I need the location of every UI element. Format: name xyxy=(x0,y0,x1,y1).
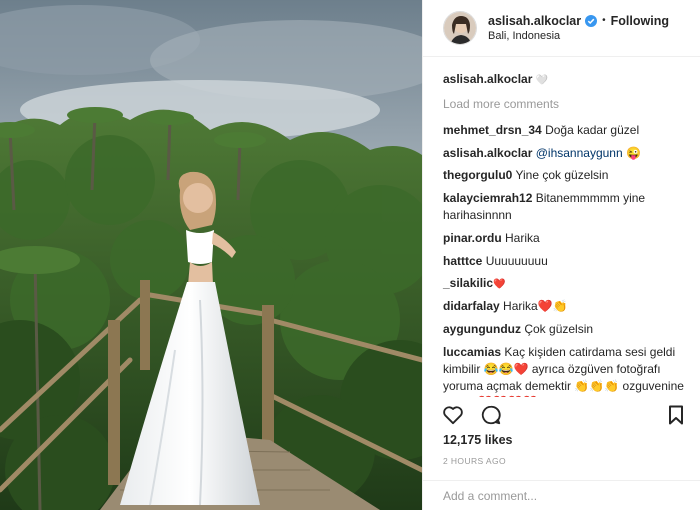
post-header: aslisah.alkoclar • Following Bali, Indon… xyxy=(423,0,700,57)
comment-text: Uuuuuuuuu xyxy=(485,253,548,268)
comment-text[interactable]: @ihsannaygunn 😜 xyxy=(536,146,641,160)
author-username[interactable]: aslisah.alkoclar xyxy=(488,13,581,29)
verified-badge-icon xyxy=(585,14,598,27)
comment-text: Harika xyxy=(505,230,540,245)
header-info: aslisah.alkoclar • Following Bali, Indon… xyxy=(488,13,669,44)
comment-item: kalayciemrah12 Bitanemmmmm yine harihasi… xyxy=(443,190,688,224)
comment-username[interactable]: luccamias xyxy=(443,345,501,359)
caption-username[interactable]: aslisah.alkoclar xyxy=(443,72,532,86)
following-button[interactable]: Following xyxy=(611,13,669,29)
comment-username[interactable]: didarfalay xyxy=(443,299,500,313)
caption-emoji: 🤍 xyxy=(535,75,549,86)
comment-username[interactable]: aslisah.alkoclar xyxy=(443,146,532,160)
avatar-image xyxy=(444,12,476,44)
bookmark-icon[interactable] xyxy=(664,403,688,427)
add-comment-input[interactable]: Add a comment... xyxy=(423,480,700,510)
comment-item: _silakilic❤️ xyxy=(443,275,688,292)
separator-dot: • xyxy=(602,15,606,27)
comment-item: aygungunduz Çok güzelsin xyxy=(443,321,688,338)
comment-username[interactable]: aygungunduz xyxy=(443,322,521,336)
comments-list: aslisah.alkoclar 🤍 Load more comments me… xyxy=(423,57,700,397)
comment-item: mehmet_drsn_34 Doğa kadar güzel xyxy=(443,122,688,139)
post-timestamp[interactable]: 2 HOURS AGO xyxy=(443,456,506,466)
comment-item: aslisah.alkoclar @ihsannaygunn 😜 xyxy=(443,145,688,162)
post-photo[interactable] xyxy=(0,0,422,510)
post-location[interactable]: Bali, Indonesia xyxy=(488,29,669,43)
comment-item: thegorgulu0 Yine çok güzelsin xyxy=(443,167,688,184)
header-row: aslisah.alkoclar • Following xyxy=(488,13,669,29)
comment-item: didarfalay Harika❤️👏 xyxy=(443,298,688,315)
comment-username[interactable]: mehmet_drsn_34 xyxy=(443,123,542,137)
comment-username[interactable]: pinar.ordu xyxy=(443,231,502,245)
comment-text: Harika❤️👏 xyxy=(503,299,568,314)
caption: aslisah.alkoclar 🤍 xyxy=(443,71,688,88)
comment-username[interactable]: kalayciemrah12 xyxy=(443,191,532,205)
comment-item: luccamias Kaç kişiden catirdama sesi gel… xyxy=(443,344,688,397)
likes-count[interactable]: 12,175 likes xyxy=(443,433,513,447)
post-details-panel: aslisah.alkoclar • Following Bali, Indon… xyxy=(422,0,700,510)
post-photo-image xyxy=(0,0,422,510)
comment-username[interactable]: _silakilic xyxy=(443,276,493,290)
comment-username[interactable]: thegorgulu0 xyxy=(443,168,512,182)
comment-text: Doğa kadar güzel xyxy=(545,122,640,137)
avatar[interactable] xyxy=(443,11,477,45)
load-more-comments-link[interactable]: Load more comments xyxy=(443,96,688,113)
heart-icon[interactable] xyxy=(441,403,465,427)
comment-item: pinar.ordu Harika xyxy=(443,230,688,247)
comment-text: ❤️ xyxy=(493,279,506,291)
action-bar xyxy=(441,400,688,430)
comment-item: hatttce Uuuuuuuuu xyxy=(443,253,688,270)
comment-text: Yine çok güzelsin xyxy=(515,168,609,183)
comment-text: Çok güzelsin xyxy=(524,322,594,337)
instagram-post: aslisah.alkoclar • Following Bali, Indon… xyxy=(0,0,700,510)
comment-bubble-icon[interactable] xyxy=(479,403,503,427)
comment-username[interactable]: hatttce xyxy=(443,254,482,268)
